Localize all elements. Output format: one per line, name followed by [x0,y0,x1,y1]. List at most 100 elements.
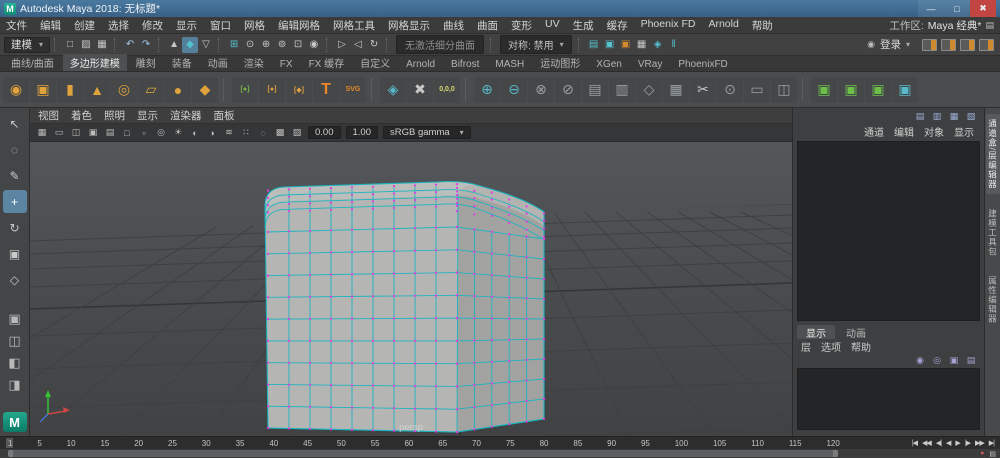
polygon-cone-icon[interactable]: ▲ [84,76,110,103]
range-slider-bar[interactable] [8,450,838,457]
save-scene-icon[interactable]: ▦ [94,37,110,53]
layer-menu-item[interactable]: 层 [801,339,811,354]
viewport-menu-item[interactable]: 照明 [104,108,125,123]
time-slider[interactable]: 1 5 10 15 20 25 30 35 40 45 50 55 60 65 70 75 80 85 90 95 10… [0,436,1000,449]
minimize-button[interactable]: — [918,0,944,17]
shelf-tab[interactable]: XGen [589,58,629,71]
shelf-tab[interactable]: 动画 [201,54,235,71]
target-weld-icon[interactable]: ⊙ [717,76,743,103]
snap-curve-icon[interactable]: ⊙ [242,37,258,53]
bridge-icon[interactable]: ▦ [663,76,689,103]
safe-title-icon[interactable]: ▫ [136,125,152,140]
workspace-selector[interactable]: 工作区: Maya 经典* ▤ [889,18,994,33]
toggle-tool-settings-icon[interactable] [960,38,975,51]
channel-menu-item[interactable]: 显示 [954,124,974,139]
wireframe-shaded-icon[interactable]: ▩ [272,125,288,140]
animation-preferences-icon[interactable]: ▤ [989,450,996,458]
auto-keyframe-icon[interactable]: ● [980,450,984,457]
channel-hyperbolic-icon[interactable]: ▦ [947,110,961,123]
launch-render-icon[interactable]: ◈ [650,37,666,53]
last-tool-icon[interactable]: ◇ [3,268,27,291]
lasso-tool-icon[interactable]: ◌ [3,138,27,161]
play-forward-button[interactable]: ▶ [953,438,961,449]
snap-center-icon[interactable]: ⊚ [274,37,290,53]
go-to-start-button[interactable]: |◀ [910,438,919,449]
sign-in-button[interactable]: ◉ 登录 ▾ [867,37,910,52]
boolean-difference-icon[interactable]: ⊘ [555,76,581,103]
go-to-end-button[interactable]: ▶| [987,438,996,449]
shelf-tab[interactable]: 渲染 [237,54,271,71]
undo-icon[interactable]: ↶ [122,37,138,53]
free-image-plane-icon[interactable]: ✖ [407,76,433,103]
layer-menu-item[interactable]: 帮助 [851,339,871,354]
tab-modeling-toolkit[interactable]: 建模工具包 [986,204,1000,262]
symmetry-dropdown[interactable]: 对称: 禁用 ▾ [500,35,572,54]
shelf-tab[interactable]: VRay [631,58,669,71]
layer-editor-tab[interactable]: 显示 [797,325,835,340]
tab-attribute-editor[interactable]: 属性编辑器 [986,271,1000,329]
step-forward-frame-button[interactable]: ▶▶ [973,438,986,449]
shelf-tab[interactable]: Arnold [399,58,442,71]
ipr-render-icon[interactable]: ▣ [618,37,634,53]
time-ticks[interactable]: 1 5 10 15 20 25 30 35 40 45 50 55 60 65 70 75 80 85 90 95 10… [0,437,850,449]
polygon-cube-icon[interactable]: ▣ [30,76,56,103]
xray-icon[interactable]: ◌ [255,125,271,140]
shelf-tab[interactable]: FX 缓存 [302,54,352,71]
layout-single-pane-icon[interactable]: ▣ [3,309,27,329]
shelf-tab[interactable]: Bifrost [444,58,486,71]
menu-item[interactable]: 编辑 [40,18,61,33]
select-hierarchy-icon[interactable]: ▲ [166,37,182,53]
menu-item[interactable]: 曲面 [477,18,498,33]
safe-action-icon[interactable]: □ [119,125,135,140]
lighting-icon[interactable]: ☀ [170,125,186,140]
shelf-tab[interactable]: PhoenixFD [671,58,734,71]
menu-item[interactable]: 网格显示 [388,18,430,33]
menu-item[interactable]: 修改 [142,18,163,33]
channel-slider-mode-icon[interactable]: ▤ [913,110,927,123]
workspace-options-icon[interactable]: ▤ [985,20,994,31]
polygon-cylinder-icon[interactable]: ▮ [57,76,83,103]
channel-menu-item[interactable]: 对象 [924,124,944,139]
resolution-gate-icon[interactable]: ◫ [68,125,84,140]
platonic-solid-icon[interactable]: ◆ [192,76,218,103]
shadows-icon[interactable]: ◐ [187,125,203,140]
layer-editor-tab[interactable]: 动画 [837,325,875,340]
viewport-menu-item[interactable]: 着色 [71,108,92,123]
select-object-icon[interactable]: ◆ [182,36,199,53]
motion-blur-icon[interactable]: ≋ [221,125,237,140]
toggle-modeling-toolkit-icon[interactable] [922,38,937,51]
channel-menu-item[interactable]: 通道 [864,124,884,139]
step-forward-key-button[interactable]: |▶ [963,438,972,449]
render-settings-icon[interactable]: ▦ [634,37,650,53]
view-transform-dropdown[interactable]: sRGB gamma ▾ [383,126,471,139]
contrast-field[interactable]: 1.00 [345,126,378,139]
menu-item[interactable]: 生成 [573,18,594,33]
channel-menu-item[interactable]: 编辑 [894,124,914,139]
construction-history-icon[interactable]: ↻ [366,37,382,53]
shelf-tab[interactable]: 装备 [165,54,199,71]
smooth-preview-on-icon[interactable]: ▣ [865,76,891,103]
menu-item[interactable]: 编辑网格 [278,18,320,33]
layer-new-empty-icon[interactable]: ▣ [947,354,961,367]
open-render-view-icon[interactable]: ▤ [586,37,602,53]
pause-icon[interactable]: ‖ [666,37,682,53]
menu-item[interactable]: 缓存 [607,18,628,33]
layout-four-pane-icon[interactable]: ◫ [3,331,27,351]
shelf-tab[interactable]: 曲线/曲面 [4,54,61,71]
multisample-icon[interactable]: ∷ [238,125,254,140]
subdiv-proxy-icon[interactable]: [●] [259,76,285,103]
viewport-menu-item[interactable]: 显示 [137,108,158,123]
menu-item[interactable]: Phoenix FD [641,18,696,33]
extrude-icon[interactable]: ▥ [609,76,635,103]
gate-mask-icon[interactable]: ▣ [85,125,101,140]
field-chart-icon[interactable]: ▤ [102,125,118,140]
toggle-channel-box-icon[interactable] [979,38,994,51]
menu-item[interactable]: 文件 [6,18,27,33]
separate-icon[interactable]: ⊖ [501,76,527,103]
ao-icon[interactable]: ◑ [204,125,220,140]
snap-grid-icon[interactable]: ⊞ [226,37,242,53]
paint-select-tool-icon[interactable]: ✎ [3,164,27,187]
boolean-union-icon[interactable]: ⊗ [528,76,554,103]
shelf-tab[interactable]: 雕刻 [129,54,163,71]
viewport-canvas[interactable]: persp [30,142,792,436]
